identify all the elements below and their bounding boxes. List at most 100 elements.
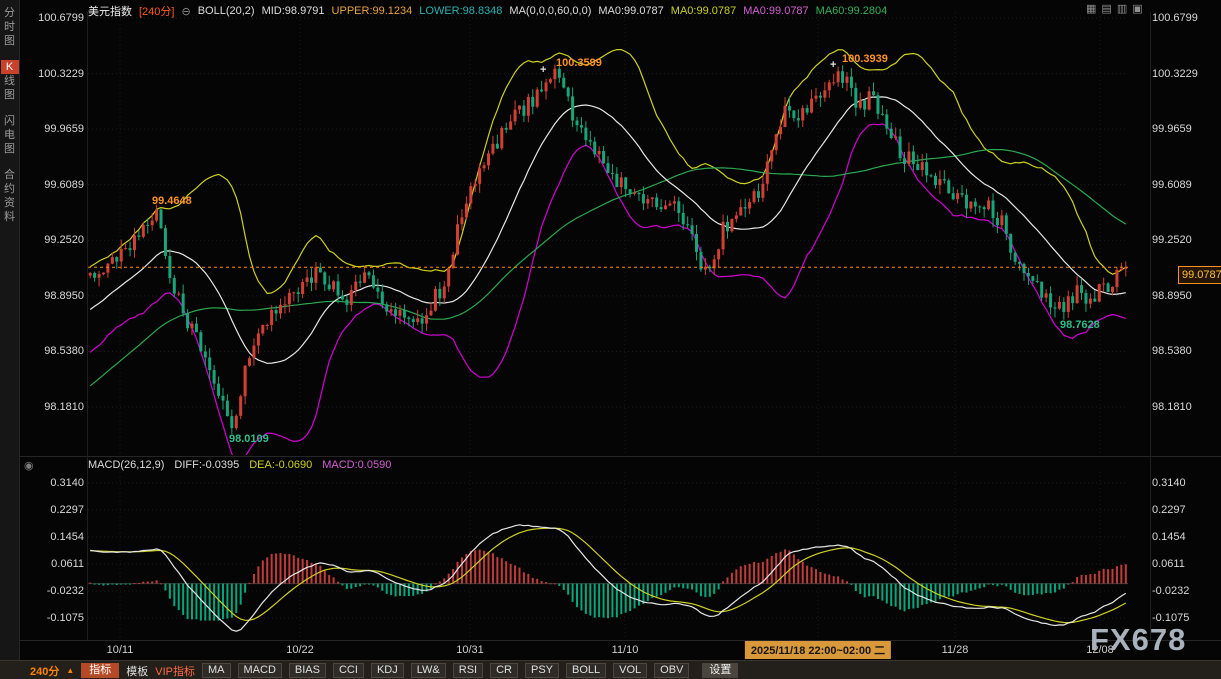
price-tick-label: 98.1810 <box>1152 401 1216 413</box>
x-axis-date-label: 10/22 <box>286 644 314 656</box>
macd-tick-label: -0.0232 <box>20 585 84 597</box>
macd-tick-label: 0.0611 <box>1152 558 1216 570</box>
price-tick-label: 100.3229 <box>1152 68 1216 80</box>
sidebar-tab-char: 图 <box>1 142 19 156</box>
boll-lower-value: LOWER:98.8348 <box>419 5 502 17</box>
tab-lightning-chart[interactable]: 闪电图 <box>0 114 19 156</box>
x-axis-date-label: 10/11 <box>107 644 134 656</box>
right-axis-divider <box>1150 12 1151 640</box>
price-tick-label: 100.3229 <box>20 68 84 80</box>
toolbar-button-vol[interactable]: VOL <box>613 663 647 678</box>
sidebar-tab-char: 图 <box>1 88 19 102</box>
sidebar-tab-char: 合 <box>1 168 19 182</box>
ma0-value-3: MA0:99.0787 <box>743 5 808 17</box>
price-tick-label: 99.2520 <box>20 234 84 246</box>
collapse-icon[interactable]: ⊖ <box>181 5 190 18</box>
toolbar-button-ma[interactable]: MA <box>202 663 231 678</box>
chart-header: 美元指数 [240分] ⊖ BOLL(20,2) MID:98.9791 UPP… <box>88 3 887 19</box>
toolbar-button-template[interactable]: 模板 <box>126 663 148 679</box>
boll-mid-value: MID:98.9791 <box>262 5 325 17</box>
toolbar-button-indicator[interactable]: 指标 <box>81 663 119 678</box>
sidebar-tab-char: 闪 <box>1 114 19 128</box>
label-low-oct17: 98.0109 <box>229 433 269 445</box>
label-early-high: 99.4648 <box>152 195 192 207</box>
macd-tick-label: -0.1075 <box>20 612 84 624</box>
window-layout-icons: ▦ ▤ ▥ ▣ <box>1086 3 1143 15</box>
period-up-arrow-icon[interactable]: ▲ <box>66 666 74 675</box>
macd-tick-label: 0.1454 <box>20 531 84 543</box>
tab-timeshare-chart[interactable]: 分时图 <box>0 6 19 48</box>
macd-dea-value: DEA:-0.0690 <box>249 459 312 471</box>
peak-marker-1: + <box>540 64 546 76</box>
toolbar-button-cci[interactable]: CCI <box>333 663 364 678</box>
price-tick-label: 99.2520 <box>1152 234 1216 246</box>
ma60-value: MA60:99.2804 <box>816 5 888 17</box>
macd-macd-value: MACD:0.0590 <box>322 459 391 471</box>
toolbar-button-boll[interactable]: BOLL <box>566 663 606 678</box>
label-low-nov26: 98.7628 <box>1060 319 1100 331</box>
candlestick-chart[interactable] <box>88 12 1128 455</box>
macd-tick-label: -0.0232 <box>1152 585 1216 597</box>
toolbar-button-obv[interactable]: OBV <box>654 663 689 678</box>
sidebar-tab-char: 料 <box>1 210 19 224</box>
toolbar-button-settings[interactable]: 设置 <box>702 663 738 678</box>
macd-settings-icon[interactable]: ◉ <box>24 459 34 472</box>
bottom-toolbar: 240分 ▲ 指标模板 VIP指标 MA MACD BIAS CCI KDJ LW&RSI CR PS… <box>0 660 1221 679</box>
macd-tick-label: 0.0611 <box>20 558 84 570</box>
price-tick-label: 98.5380 <box>20 345 84 357</box>
macd-tick-label: 0.3140 <box>1152 477 1216 489</box>
macd-header: MACD(26,12,9) DIFF:-0.0395 DEA:-0.0690 M… <box>88 459 391 471</box>
layout-cols-icon[interactable]: ▥ <box>1117 3 1127 15</box>
sidebar-tab-char: K <box>1 60 19 74</box>
toolbar-button-bias[interactable]: BIAS <box>289 663 326 678</box>
layout-single-icon[interactable]: ▣ <box>1132 3 1142 15</box>
macd-indicator-chart[interactable] <box>88 472 1128 640</box>
fx678-watermark: FX678 <box>1090 622 1186 658</box>
sidebar-tab-char: 线 <box>1 74 19 88</box>
toolbar-button-macd[interactable]: MACD <box>238 663 282 678</box>
x-axis-date-label: 11/28 <box>942 644 969 656</box>
macd-indicator-label: MACD(26,12,9) <box>88 459 164 471</box>
sidebar-tab-char: 资 <box>1 196 19 210</box>
trading-terminal: 分时图K线图闪电图合约资料 美元指数 [240分] ⊖ BOLL(20,2) M… <box>0 0 1221 679</box>
price-tick-label: 100.6799 <box>20 12 84 24</box>
peak-marker-2: + <box>830 59 836 71</box>
symbol-title: 美元指数 <box>88 3 132 19</box>
x-axis-date-label: 11/10 <box>612 644 639 656</box>
sidebar-tab-char: 时 <box>1 20 19 34</box>
price-tick-label: 100.6799 <box>1152 12 1216 24</box>
current-price-badge: 99.0787 <box>1178 266 1221 284</box>
period-label: [240分] <box>139 3 174 19</box>
boll-indicator-label: BOLL(20,2) <box>198 5 255 17</box>
macd-tick-label: 0.1454 <box>1152 531 1216 543</box>
toolbar-button-kdj[interactable]: KDJ <box>371 663 404 678</box>
toolbar-button-lwr[interactable]: LW& <box>411 663 446 678</box>
ma0-value-2: MA0:99.0787 <box>671 5 736 17</box>
xaxis-divider <box>20 640 1221 641</box>
layout-grid4-icon[interactable]: ▦ <box>1086 3 1096 15</box>
sidebar-tab-char: 电 <box>1 128 19 142</box>
toolbar-button-cr[interactable]: CR <box>490 663 518 678</box>
macd-diff-value: DIFF:-0.0395 <box>174 459 239 471</box>
price-tick-label: 99.9659 <box>1152 123 1216 135</box>
tab-contract-info[interactable]: 合约资料 <box>0 168 19 224</box>
toolbar-period-label[interactable]: 240分 <box>30 663 59 679</box>
toolbar-button-psy[interactable]: PSY <box>525 663 559 678</box>
ma0-value-1: MA0:99.0787 <box>598 5 663 17</box>
ma-indicator-label: MA(0,0,0,60,0,0) <box>509 5 591 17</box>
price-tick-label: 99.6089 <box>20 179 84 191</box>
layout-rows-icon[interactable]: ▤ <box>1101 3 1111 15</box>
price-tick-label: 98.5380 <box>1152 345 1216 357</box>
price-tick-label: 99.6089 <box>1152 179 1216 191</box>
toolbar-button-vip-indicator[interactable]: VIP指标 <box>155 663 195 679</box>
left-tab-bar: 分时图K线图闪电图合约资料 <box>0 0 20 679</box>
toolbar-button-rsi[interactable]: RSI <box>453 663 483 678</box>
label-high-nov14: 100.3939 <box>842 53 888 65</box>
x-axis-highlighted-period: 2025/11/18 22:00~02:00 二 <box>745 641 891 659</box>
sidebar-tab-char: 约 <box>1 182 19 196</box>
sidebar-tab-char: 分 <box>1 6 19 20</box>
macd-tick-label: 0.2297 <box>20 504 84 516</box>
left-axis-divider <box>87 12 88 640</box>
label-high-oct31: 100.3599 <box>556 57 602 69</box>
tab-kline-chart[interactable]: K线图 <box>0 60 19 102</box>
